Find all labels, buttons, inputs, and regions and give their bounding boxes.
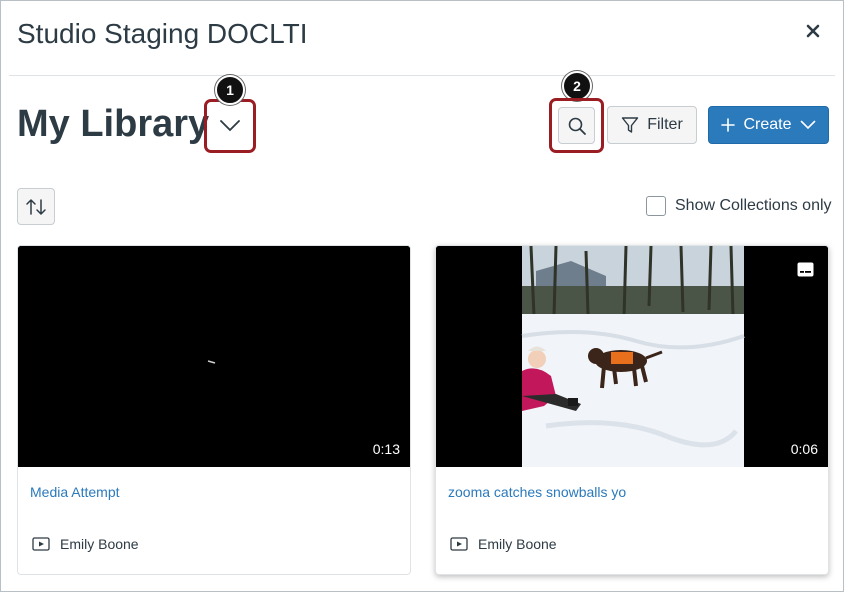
show-collections-toggle[interactable]: Show Collections only [646,196,832,216]
library-dropdown-button[interactable] [204,99,256,153]
video-frame [18,246,410,467]
media-owner: Emily Boone [32,536,139,552]
callout-badge-2: 2 [562,71,592,101]
media-title-link[interactable]: Media Attempt [30,484,120,500]
media-duration: 0:13 [372,441,400,457]
modal-dialog: Studio Staging DOCLTI My Library 1 2 Fil… [0,0,844,592]
media-owner-name: Emily Boone [60,536,139,552]
closed-captions-icon [797,262,814,277]
video-frame [436,246,828,467]
search-highlight [549,98,604,153]
sort-arrows-icon [26,198,46,215]
modal-title: Studio Staging DOCLTI [17,18,308,49]
video-icon [450,537,468,551]
media-thumbnail[interactable]: 0:06 [436,246,828,467]
sort-button[interactable] [17,188,55,225]
media-duration: 0:06 [790,441,818,457]
close-button[interactable] [803,21,823,41]
search-button[interactable] [558,107,595,144]
show-collections-checkbox[interactable] [646,196,666,216]
media-owner: Emily Boone [450,536,557,552]
chevron-down-icon [220,120,240,132]
filter-icon [622,117,639,133]
video-icon [32,537,50,551]
chevron-down-icon [800,120,815,130]
close-icon [806,24,820,38]
media-thumbnail[interactable]: 0:13 [18,246,410,467]
show-collections-label: Show Collections only [675,197,832,214]
create-label: Create [743,116,792,133]
media-card[interactable]: 0:13 Media Attempt Emily Boone [17,245,411,575]
create-button[interactable]: Create [708,106,829,144]
search-icon [568,117,586,135]
plus-icon [721,118,736,132]
media-title-link[interactable]: zooma catches snowballs yo [448,484,626,500]
library-title: My Library [17,103,210,145]
media-card[interactable]: 0:06 zooma catches snowballs yo Emily Bo… [435,245,829,575]
header-divider [9,75,835,76]
modal-header: Studio Staging DOCLTI [1,1,843,71]
callout-badge-1: 1 [215,75,245,105]
filter-button[interactable]: Filter [607,106,697,144]
filter-label: Filter [647,116,683,133]
media-owner-name: Emily Boone [478,536,557,552]
